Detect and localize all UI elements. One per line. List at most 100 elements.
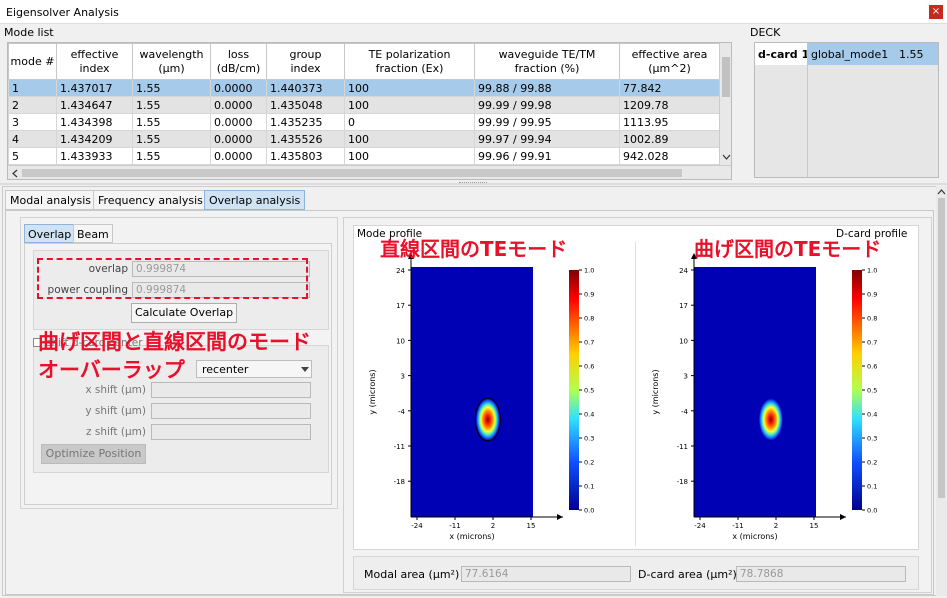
table-cell: 5 <box>8 147 57 165</box>
table-cell: 99.99 / 99.95 <box>474 113 620 131</box>
column-header[interactable]: group index <box>266 43 345 80</box>
colorbar <box>569 270 579 510</box>
colorbar-tick-label: 0.2 <box>867 459 877 467</box>
table-cell: 1.55 <box>132 130 211 148</box>
table-cell: 1.440373 <box>266 79 345 97</box>
recenter-value: recenter <box>202 363 249 376</box>
table-cell: 1.437017 <box>56 79 133 97</box>
mode-profile-plot: 24 17 10 3 -4 -11 -18 -24 -11 2 15 x (microns) y (mi… <box>368 253 594 541</box>
deck-card-selection[interactable]: global_mode1 1.55 <box>807 43 938 65</box>
table-cell: 3 <box>8 113 57 131</box>
x-tick-label: 15 <box>527 522 536 530</box>
y-tick-label: 10 <box>396 337 405 345</box>
colorbar-tick-label: 0.4 <box>584 411 594 419</box>
table-cell: 0.0000 <box>210 113 267 131</box>
table-cell: 1.435803 <box>266 147 345 165</box>
subtab-beam[interactable]: Beam <box>73 224 113 243</box>
annotation-straight-te: 直線区間のTEモード <box>380 237 568 261</box>
y-tick-label: 3 <box>684 373 688 381</box>
scroll-thumb[interactable] <box>722 57 730 97</box>
colorbar-tick-label: 0.5 <box>584 387 594 395</box>
y-tick-label: -4 <box>681 408 689 416</box>
colorbar-tick-label: 0.6 <box>867 363 877 371</box>
column-header[interactable]: mode # <box>8 43 57 80</box>
y-tick-label: -11 <box>394 443 405 451</box>
x-shift-field[interactable] <box>151 382 311 398</box>
column-header[interactable]: effective index <box>56 43 133 80</box>
table-cell: 1002.89 <box>619 130 720 148</box>
recenter-select[interactable]: recenter <box>196 360 312 378</box>
modal-area-field[interactable]: 77.6164 <box>461 566 631 582</box>
y-tick-label: -18 <box>394 478 405 486</box>
column-header[interactable]: effective area (μm^2) <box>619 43 720 80</box>
table-cell: 1.55 <box>132 79 211 97</box>
panel-vertical-scrollbar[interactable] <box>936 186 947 596</box>
dcard-area-field[interactable]: 78.7868 <box>736 566 906 582</box>
colorbar-tick-label: 0.1 <box>867 483 877 491</box>
table-row[interactable]: 1 1.437017 1.55 0.0000 1.440373 100 99.88 / 99… <box>8 79 720 97</box>
table-cell: 0.0000 <box>210 147 267 165</box>
close-button[interactable]: × <box>929 5 943 19</box>
scroll-thumb[interactable] <box>22 169 682 177</box>
plot-background <box>694 267 816 517</box>
table-row[interactable]: 2 1.434647 1.55 0.0000 1.435048 100 99.99 / 99… <box>8 96 720 114</box>
deck-card-label: d-card 1 <box>758 48 810 61</box>
mode-spot <box>758 398 783 441</box>
table-cell: 99.88 / 99.88 <box>474 79 620 97</box>
table-cell: 1.55 <box>132 113 211 131</box>
chevron-down-icon[interactable] <box>722 153 731 161</box>
deck-divider <box>807 65 808 177</box>
colorbar-tick-label: 1.0 <box>867 267 877 275</box>
chevron-left-icon[interactable] <box>11 169 19 178</box>
y-tick-label: 17 <box>679 302 688 310</box>
colorbar-tick-label: 0.0 <box>867 507 877 515</box>
annotation-overlap-line1: 曲げ区間と直線区間のモード <box>38 330 311 354</box>
deck-card-name: global_mode1 <box>811 48 889 61</box>
mode-list-table: mode # effective index wavelength (μm) los… <box>8 43 720 165</box>
z-shift-label: z shift (μm) <box>86 426 146 438</box>
modal-area-label: Modal area (μm²) <box>364 568 460 581</box>
x-shift-label: x shift (μm) <box>85 384 146 396</box>
tab-overlap-analysis[interactable]: Overlap analysis <box>204 190 306 210</box>
column-header[interactable]: waveguide TE/TM fraction (%) <box>474 43 620 80</box>
y-tick-label: 10 <box>679 337 688 345</box>
column-header[interactable]: wavelength (μm) <box>132 43 211 80</box>
title-bar: Eigensolver Analysis × <box>0 0 947 24</box>
optimize-position-button[interactable]: Optimize Position <box>41 444 146 464</box>
table-cell: 99.96 / 99.91 <box>474 147 620 165</box>
mode-list-horizontal-scrollbar[interactable] <box>8 165 731 179</box>
y-shift-field[interactable] <box>151 403 311 419</box>
colorbar-tick-label: 0.6 <box>584 363 594 371</box>
table-cell: 1.55 <box>132 96 211 114</box>
tab-modal-analysis[interactable]: Modal analysis <box>5 190 97 210</box>
table-row[interactable]: 5 1.433933 1.55 0.0000 1.435803 100 99.96 / 99… <box>8 147 720 165</box>
deck-row[interactable]: d-card 1 global_mode1 1.55 <box>755 43 938 65</box>
annotation-bent-te: 曲げ区間のTEモード <box>694 237 882 261</box>
column-header[interactable]: TE polarization fraction (Ex) <box>344 43 475 80</box>
x-axis-label: x (microns) <box>732 532 777 541</box>
table-cell: 1113.95 <box>619 113 720 131</box>
tab-frequency-analysis[interactable]: Frequency analysis <box>93 190 208 210</box>
colorbar-tick-label: 0.9 <box>584 291 594 299</box>
table-cell: 100 <box>344 130 475 148</box>
x-tick-label: -24 <box>411 522 423 530</box>
dcard-area-label: D-card area (μm²) <box>638 568 737 581</box>
mode-list-vertical-scrollbar[interactable] <box>719 43 731 165</box>
chevron-up-icon[interactable] <box>937 188 946 196</box>
table-row[interactable]: 4 1.434209 1.55 0.0000 1.435526 100 99.97 / 99… <box>8 130 720 148</box>
colorbar-tick-label: 0.3 <box>584 435 594 443</box>
splitter-handle[interactable] <box>459 182 487 185</box>
table-cell: 1.434209 <box>56 130 133 148</box>
table-cell: 1.434398 <box>56 113 133 131</box>
column-header[interactable]: loss (dB/cm) <box>210 43 267 80</box>
x-axis-arrow <box>840 514 846 520</box>
calculate-overlap-button[interactable]: Calculate Overlap <box>131 303 237 323</box>
table-cell: 1.435235 <box>266 113 345 131</box>
scroll-thumb[interactable] <box>938 198 945 498</box>
deck-card-value: 1.55 <box>899 48 924 61</box>
subtab-overlap[interactable]: Overlap <box>24 224 76 243</box>
z-shift-field[interactable] <box>151 424 311 440</box>
table-row[interactable]: 3 1.434398 1.55 0.0000 1.435235 0 99.99 / 99.9… <box>8 113 720 131</box>
colorbar-tick-label: 0.0 <box>584 507 594 515</box>
table-cell: 0.0000 <box>210 79 267 97</box>
